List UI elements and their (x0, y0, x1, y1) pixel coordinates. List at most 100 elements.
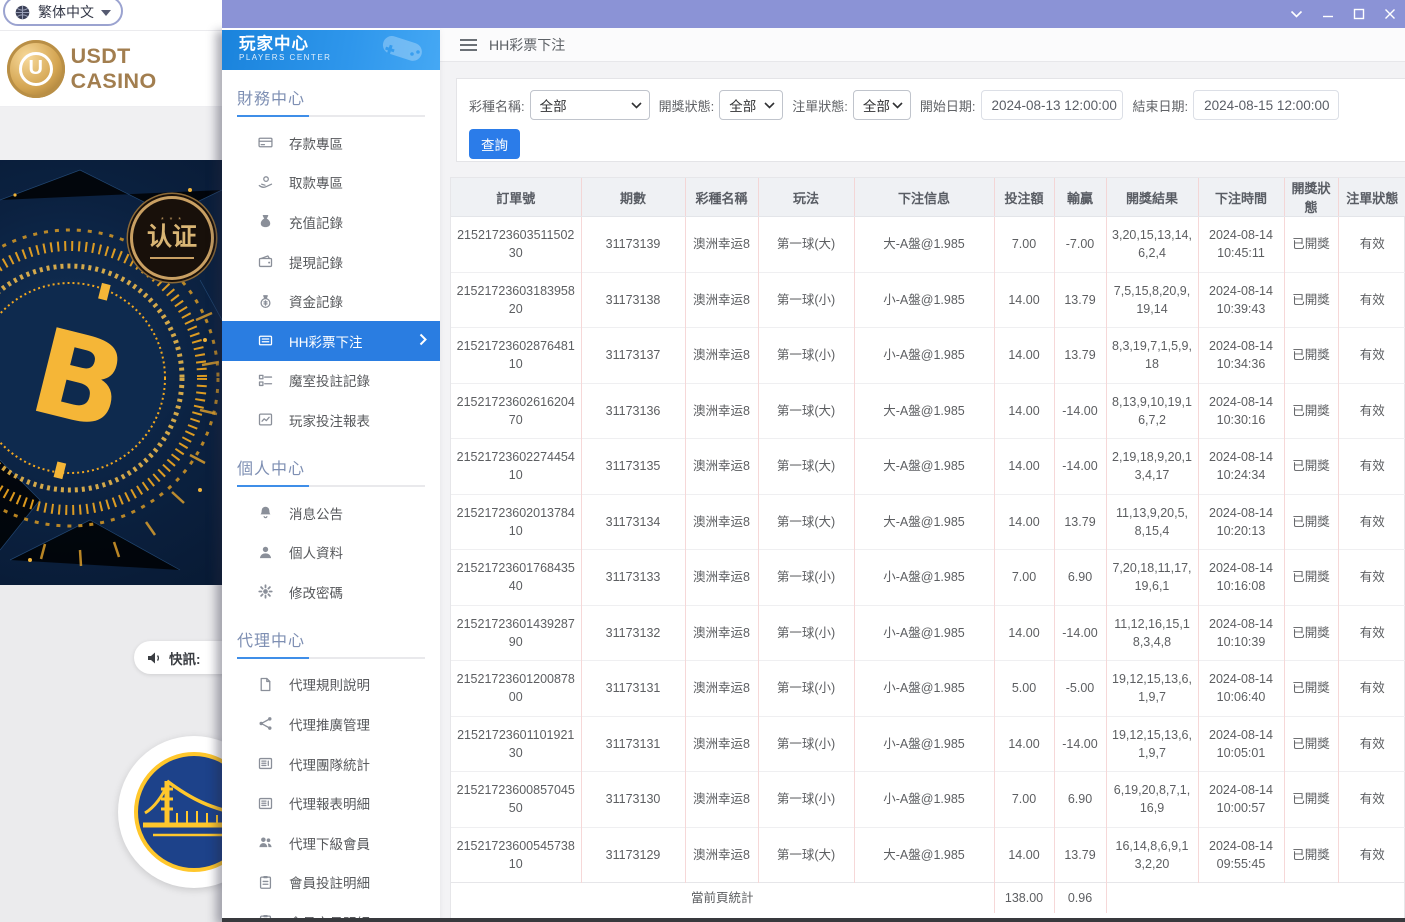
sidebar-item-取款專區[interactable]: 取款專區 (222, 163, 440, 203)
table-cell: 13.79 (1054, 827, 1106, 883)
summary-label: 當前頁統計 (451, 883, 994, 913)
table-cell: 已開獎 (1284, 217, 1338, 273)
close-button[interactable] (1374, 0, 1405, 28)
wallet-icon (258, 254, 273, 269)
query-button[interactable]: 查詢 (469, 129, 520, 159)
order-status-select[interactable]: 全部 (853, 90, 911, 120)
start-date-label: 開始日期: (920, 96, 976, 115)
chevron-down-icon (631, 102, 642, 109)
sidebar-item-玩家投注報表[interactable]: 玩家投注報表 (222, 400, 440, 440)
table-cell: 2,19,18,9,20,13,4,17 (1106, 439, 1198, 495)
sidebar-item-修改密碼[interactable]: 修改密碼 (222, 572, 440, 612)
maximize-button[interactable] (1343, 0, 1374, 28)
table-cell: 2152172360110192130 (451, 716, 581, 772)
language-bar: 繁体中文 (0, 0, 222, 31)
card-icon (258, 135, 273, 150)
table-cell: 2024-08-14 10:00:57 (1198, 772, 1284, 828)
table-cell: 31173134 (581, 494, 685, 550)
lottery-select[interactable]: 全部 (530, 90, 650, 120)
table-cell: 有效 (1338, 439, 1405, 495)
sidebar-item-label: 充值記錄 (289, 212, 343, 232)
summary-empty (1106, 883, 1405, 913)
page-title: HH彩票下注 (489, 35, 565, 55)
start-date-input[interactable]: 2024-08-13 12:00:00 (981, 90, 1123, 120)
table-cell: 有效 (1338, 550, 1405, 606)
left-panel: 繁体中文 U USDT CASINO B (0, 0, 222, 922)
sidebar-item-提現記錄[interactable]: 提現記錄 (222, 242, 440, 282)
table-cell: 7.00 (994, 772, 1054, 828)
table-cell: 已開獎 (1284, 827, 1338, 883)
users-icon (258, 835, 273, 850)
section-underline (237, 657, 425, 659)
cert-badge-underline (150, 257, 194, 259)
table-row: 215217236020137841031173134澳洲幸运8第一球(大)大-… (451, 494, 1405, 550)
table-cell: 13.79 (1054, 328, 1106, 384)
panel-bottom: 快訊: (0, 585, 222, 922)
sidebar-item-代理規則說明[interactable]: 代理規則說明 (222, 665, 440, 705)
news-ticker[interactable]: 快訊: (134, 641, 226, 674)
table-cell: 31173133 (581, 550, 685, 606)
table-cell: -14.00 (1054, 716, 1106, 772)
chevron-down-button[interactable] (1281, 0, 1312, 28)
table-cell: 澳洲幸运8 (685, 550, 758, 606)
draw-status-select[interactable]: 全部 (719, 90, 783, 120)
end-date-input[interactable]: 2024-08-15 12:00:00 (1193, 90, 1339, 120)
table-cell: 澳洲幸运8 (685, 772, 758, 828)
window-titlebar (222, 0, 1405, 28)
table-cell: 13.79 (1054, 494, 1106, 550)
table-row: 215217236011019213031173131澳洲幸运8第一球(小)小-… (451, 716, 1405, 772)
share-icon (258, 716, 273, 731)
table-cell: 2152172360085704550 (451, 772, 581, 828)
table-row: 215217236022744541031173135澳洲幸运8第一球(大)大-… (451, 439, 1405, 495)
sidebar-item-消息公告[interactable]: 消息公告 (222, 493, 440, 533)
sidebar-item-會員投註明細[interactable]: 會員投註明細 (222, 863, 440, 903)
table-cell: 大-A盤@1.985 (854, 217, 994, 273)
sidebar-item-個人資料[interactable]: 個人資料 (222, 532, 440, 572)
column-header-玩法: 玩法 (758, 178, 854, 217)
speaker-icon (147, 651, 162, 665)
table-cell: 已開獎 (1284, 605, 1338, 661)
table-cell: 31173132 (581, 605, 685, 661)
table-cell: 2152172360261620470 (451, 383, 581, 439)
table-cell: -14.00 (1054, 383, 1106, 439)
sidebar-item-代理報表明細[interactable]: 代理報表明細 (222, 783, 440, 823)
brand-name: USDT CASINO (71, 44, 222, 94)
table-cell: 2024-08-14 10:05:01 (1198, 716, 1284, 772)
summary-row: 當前頁統計138.000.96 (451, 883, 1405, 913)
table-cell: 7,5,15,8,20,9,19,14 (1106, 272, 1198, 328)
table-cell: 有效 (1338, 328, 1405, 384)
sidebar-item-資金記錄[interactable]: 資金記錄 (222, 281, 440, 321)
table-cell: 3,20,15,13,14,6,2,4 (1106, 217, 1198, 273)
table-cell: 14.00 (994, 716, 1054, 772)
column-header-彩種名稱: 彩種名稱 (685, 178, 758, 217)
language-selector[interactable]: 繁体中文 (3, 0, 123, 26)
table-cell: 已開獎 (1284, 439, 1338, 495)
table-cell: 已開獎 (1284, 494, 1338, 550)
table-cell: 6,19,20,8,7,1,16,9 (1106, 772, 1198, 828)
table-cell: 澳洲幸运8 (685, 827, 758, 883)
sidebar-item-代理團隊統計[interactable]: 代理團隊統計 (222, 744, 440, 784)
section-title: 個人中心 (222, 440, 440, 485)
sidebar-item-存款專區[interactable]: 存款專區 (222, 123, 440, 163)
sidebar-item-代理推廣管理[interactable]: 代理推廣管理 (222, 704, 440, 744)
table-cell: 2024-08-14 10:06:40 (1198, 661, 1284, 717)
table-row: 215217236014392879031173132澳洲幸运8第一球(小)小-… (451, 605, 1405, 661)
table-cell: 小-A盤@1.985 (854, 772, 994, 828)
table-cell: 有效 (1338, 716, 1405, 772)
sidebar-item-代理下級會員[interactable]: 代理下級會員 (222, 823, 440, 863)
sidebar-item-HH彩票下注[interactable]: HH彩票下注 (222, 321, 440, 361)
table-cell: 已開獎 (1284, 772, 1338, 828)
table-cell: 澳洲幸运8 (685, 716, 758, 772)
column-header-下注信息: 下注信息 (854, 178, 994, 217)
list-icon (258, 373, 273, 388)
section-underline (237, 115, 425, 117)
cert-badge-label: 认证 (147, 224, 197, 252)
sidebar-item-充值記錄[interactable]: 充值記錄 (222, 202, 440, 242)
hamburger-menu-icon[interactable] (460, 38, 477, 52)
sidebar-item-魔室投註記錄[interactable]: 魔室投註記錄 (222, 361, 440, 401)
language-caret-icon (101, 10, 111, 16)
table-cell: 2152172360054573810 (451, 827, 581, 883)
gear-icon (258, 584, 273, 599)
table-cell: 第一球(小) (758, 716, 854, 772)
minimize-button[interactable] (1312, 0, 1343, 28)
